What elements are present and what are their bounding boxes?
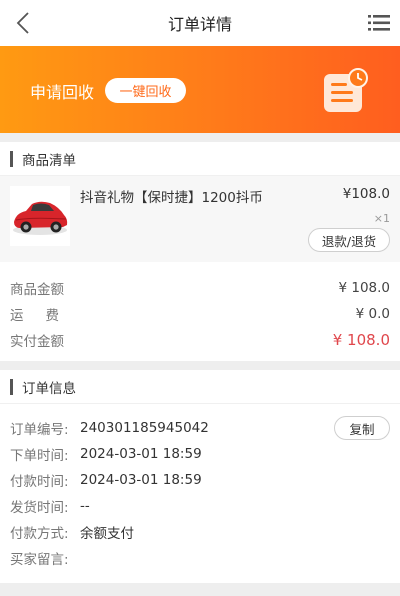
buyer-message-label: 买家留言: [10,552,69,568]
goods-section: 商品清单 抖音礼物【保时捷】1200抖币 ¥108.0 ×1 退款/退货 商品金… [0,142,400,361]
banner-text: 申请回收 [30,83,95,102]
payment-time-label: 付款时间: [10,474,69,490]
shipping-label: 运费 [10,308,81,324]
order-clock-icon [324,68,368,112]
payment-method-label: 付款方式: [10,526,69,542]
ship-time-value: -- [80,498,90,514]
chevron-left-icon [16,12,29,34]
page-title: 订单详情 [167,15,232,34]
ship-time-row: 发货时间: -- [10,493,390,519]
product-quantity: ×1 [373,212,390,225]
paid-amount-value: ¥ 108.0 [332,331,390,349]
order-number-row: 订单编号: 240301185945042 [10,415,390,441]
paid-amount-row: 实付金额 ¥ 108.0 [10,327,390,353]
order-info-list: 复制 订单编号: 240301185945042 下单时间: 2024-03-0… [0,404,400,583]
copy-order-number-button[interactable]: 复制 [334,416,390,440]
order-time-row: 下单时间: 2024-03-01 18:59 [10,441,390,467]
top-nav-bar: 订单详情 [0,0,400,46]
product-item[interactable]: 抖音礼物【保时捷】1200抖币 ¥108.0 ×1 退款/退货 [0,176,400,262]
order-info-section: 订单信息 复制 订单编号: 240301185945042 下单时间: 2024… [0,370,400,583]
product-name: 抖音礼物【保时捷】1200抖币 [80,190,263,206]
payment-time-value: 2024-03-01 18:59 [80,472,202,488]
goods-amount-row: 商品金额 ¥ 108.0 [10,275,390,301]
shipping-value: ¥ 0.0 [355,306,390,322]
buyer-message-row: 买家留言: [10,545,390,571]
list-icon [368,15,390,31]
order-time-value: 2024-03-01 18:59 [80,446,202,462]
order-number-value: 240301185945042 [80,420,209,436]
back-button[interactable] [6,6,40,40]
refund-return-button[interactable]: 退款/退货 [308,228,390,252]
shipping-row: 运费 ¥ 0.0 [10,301,390,327]
paid-amount-label: 实付金额 [10,334,64,350]
payment-method-value: 余额支付 [80,526,134,542]
product-price: ¥108.0 [342,186,390,202]
payment-method-row: 付款方式: 余额支付 [10,519,390,545]
ship-time-label: 发货时间: [10,500,69,516]
order-time-label: 下单时间: [10,448,69,464]
goods-amount-label: 商品金额 [10,282,64,298]
amount-summary: 商品金额 ¥ 108.0 运费 ¥ 0.0 实付金额 ¥ 108.0 [0,262,400,361]
order-info-title: 订单信息 [22,380,76,397]
order-info-header: 订单信息 [0,370,400,404]
payment-time-row: 付款时间: 2024-03-01 18:59 [10,467,390,493]
goods-section-title: 商品清单 [22,152,76,169]
menu-button[interactable] [364,8,394,38]
order-number-label: 订单编号: [10,422,69,438]
product-thumbnail [10,186,70,246]
goods-amount-value: ¥ 108.0 [338,280,390,296]
recycle-banner: 申请回收 一键回收 [0,46,400,133]
one-click-recycle-button[interactable]: 一键回收 [105,78,186,103]
goods-section-header: 商品清单 [0,142,400,176]
